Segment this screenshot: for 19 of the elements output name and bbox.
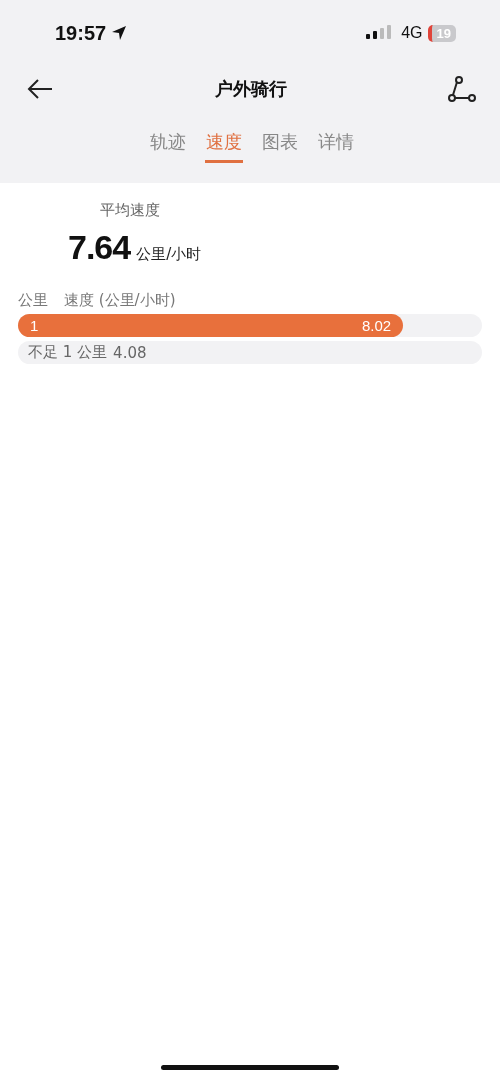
column-header: 公里 [18, 291, 48, 310]
status-time: 19:57 [55, 21, 107, 45]
tab[interactable]: 轨迹 [148, 126, 187, 163]
average-speed-value: 7.64 [68, 228, 131, 267]
average-speed-label: 平均速度 [100, 201, 161, 220]
tab[interactable]: 图表 [260, 126, 299, 163]
split-speed: 4.08 [113, 343, 147, 362]
network-label: 4G [401, 24, 423, 42]
tab[interactable]: 速度 [204, 126, 243, 163]
speed-unit: 公里/小时 [136, 245, 202, 264]
split-label: 不足 1 公里 [28, 343, 108, 362]
signal-icon [366, 25, 393, 41]
split-speed: 8.02 [361, 317, 392, 334]
route-button[interactable] [446, 73, 478, 105]
split-label: 1 [30, 317, 39, 334]
column-header: 速度 (公里/小时) [64, 291, 176, 310]
tab[interactable]: 详情 [316, 126, 355, 163]
location-arrow-icon [111, 25, 128, 41]
page-title: 户外骑行 [215, 77, 287, 101]
